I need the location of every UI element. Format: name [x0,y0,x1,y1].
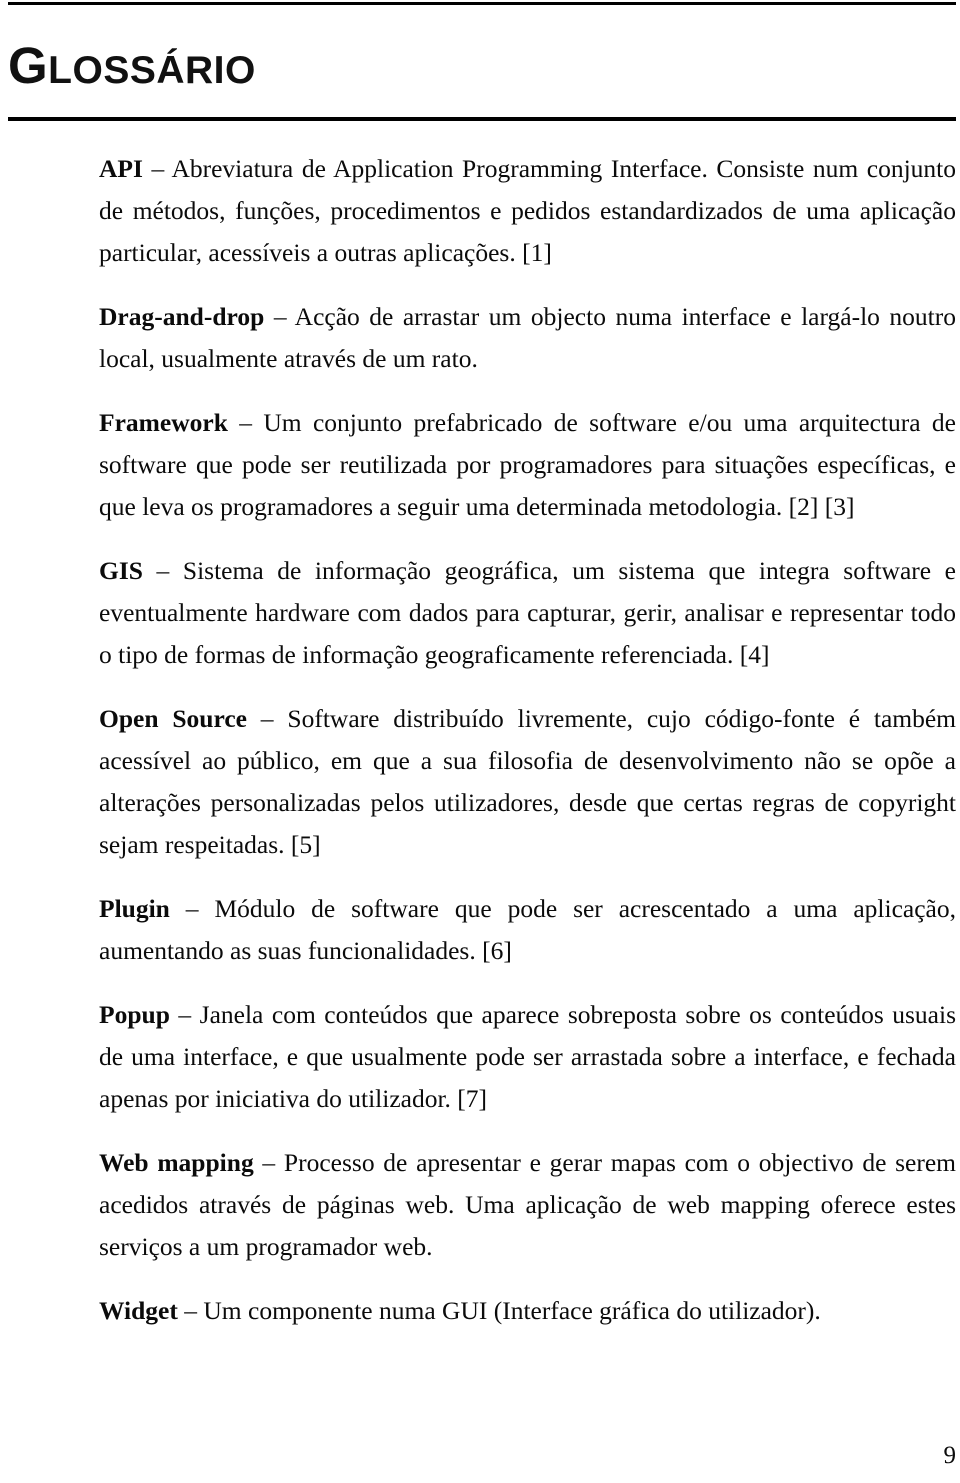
glossary-entry-web-mapping: Web mapping – Processo de apresentar e g… [99,1142,956,1268]
glossary-definition: Módulo de software que pode ser acrescen… [99,894,956,965]
glossary-entry-gis: GIS – Sistema de informação geográfica, … [99,550,956,676]
page-title-initial: G [8,37,49,95]
glossary-definition: Janela com conteúdos que aparece sobrepo… [99,1000,957,1113]
glossary-entry-open-source: Open Source – Software distribuído livre… [99,698,956,866]
page-title: GLOSSÁRIO [8,26,956,95]
glossary-term: Plugin [99,894,170,923]
page-number: 9 [943,1442,957,1469]
glossary-definition: Um componente numa GUI (Interface gráfic… [203,1296,821,1325]
glossary-term: Widget [99,1296,178,1325]
header-rule-top [8,2,956,5]
glossary-term: Popup [99,1000,170,1029]
glossary-entry-widget: Widget – Um componente numa GUI (Interfa… [99,1290,956,1332]
glossary-separator: – [177,1296,204,1325]
glossary-separator: – [264,302,295,331]
glossary-term: Drag-and-drop [99,302,265,331]
glossary-entry-drag-and-drop: Drag-and-drop – Acção de arrastar um obj… [99,296,956,380]
glossary-term: API [99,154,143,183]
glossary-definition: Abreviatura de Application Programming I… [99,154,957,267]
glossary-term: Open Source [99,704,247,733]
glossary-entry-framework: Framework – Um conjunto prefabricado de … [99,402,956,528]
glossary-term: GIS [99,556,143,585]
glossary-term: Web mapping [99,1148,254,1177]
glossary-separator: – [169,1000,200,1029]
glossary-term: Framework [99,408,228,437]
page-header: GLOSSÁRIO [8,0,956,121]
glossary-separator: – [142,556,183,585]
glossary-entry-popup: Popup – Janela com conteúdos que aparece… [99,994,956,1120]
glossary-separator: – [169,894,215,923]
glossary-separator: – [253,1148,284,1177]
page-title-remainder: LOSSÁRIO [48,49,256,93]
header-rule-bottom [8,116,956,121]
glossary-separator: – [142,154,172,183]
glossary-entries: API – Abreviatura de Application Program… [99,148,956,1332]
glossary-separator: – [227,408,264,437]
page-footer: 9 [0,1441,957,1471]
glossary-definition: Sistema de informação geográfica, um sis… [99,556,956,669]
glossary-entry-api: API – Abreviatura de Application Program… [99,148,956,274]
glossary-entry-plugin: Plugin – Módulo de software que pode ser… [99,888,956,972]
document-page: GLOSSÁRIO API – Abreviatura de Applicati… [0,0,960,1483]
glossary-separator: – [246,704,288,733]
